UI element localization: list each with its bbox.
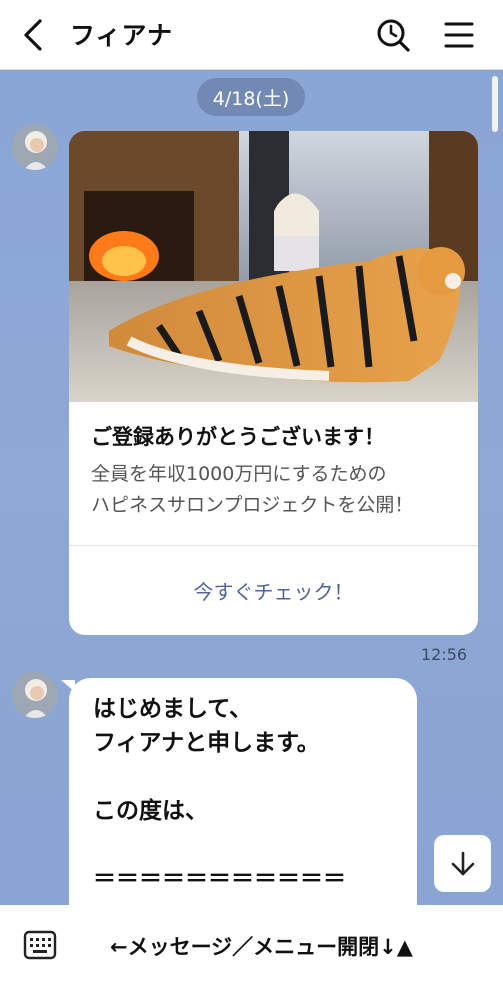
message-line [93,760,346,794]
chat-header: フィアナ [0,0,503,70]
card-desc-line: ハピネスサロンプロジェクトを公開！ [91,494,414,516]
message-line: フィアナと申します。 [93,730,320,756]
card-desc-line: 全員を年収1000万円にするための [91,463,387,485]
message-line [93,828,346,862]
text-message-bubble[interactable]: はじめまして、フィアナと申します。 この度は、 ＝＝＝＝＝＝＝＝＝＝＝ [69,678,417,905]
search-button[interactable] [374,16,412,54]
avatar[interactable] [12,672,58,718]
back-button[interactable] [18,18,52,52]
card-title: ご登録ありがとうございます！ [91,425,385,449]
rich-menu-toggle[interactable]: ←メッセージ／メニュー開閉↓▲ [110,931,413,961]
message-text: はじめまして、フィアナと申します。 この度は、 ＝＝＝＝＝＝＝＝＝＝＝ [93,692,346,896]
chat-area[interactable]: 4/18(土) ご登録ありがとうございます！ 全員を年収1000万円にするための… [0,70,503,905]
avatar[interactable] [12,124,58,170]
keyboard-icon [23,930,57,960]
menu-button[interactable] [440,18,478,52]
message-line: はじめまして、 [93,696,253,722]
chat-title: フィアナ [70,21,174,50]
message-timestamp: 12:56 [421,645,468,664]
rich-message-card[interactable]: ご登録ありがとうございます！ 全員を年収1000万円にするための ハピネスサロン… [69,131,478,635]
footer-bar: ←メッセージ／メニュー開閉↓▲ [0,905,503,999]
search-history-icon [377,19,410,52]
message-line: ＝＝＝＝＝＝＝＝＝＝＝ [93,866,346,892]
chevron-left-icon [24,19,42,51]
check-now-button[interactable]: 今すぐチェック！ [69,546,478,635]
message-line: この度は、 [93,798,208,824]
arrow-down-icon [451,851,474,875]
card-image[interactable] [69,131,478,402]
hamburger-menu-icon [444,22,474,48]
scrollbar[interactable] [492,76,498,132]
card-description: 全員を年収1000万円にするための ハピネスサロンプロジェクトを公開！ [91,459,461,521]
scroll-to-bottom-button[interactable] [434,835,491,892]
date-label: 4/18(土) [197,78,305,116]
keyboard-button[interactable] [22,927,58,963]
